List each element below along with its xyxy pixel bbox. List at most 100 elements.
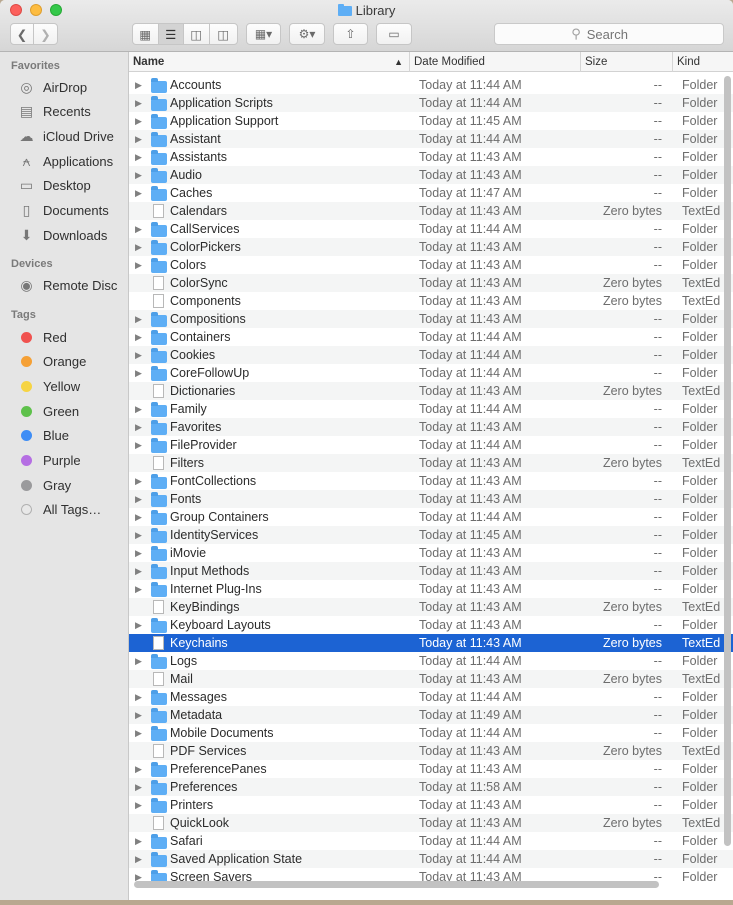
size-column-header[interactable]: Size — [581, 52, 673, 72]
sidebar-tag-green[interactable]: Green — [18, 400, 128, 422]
disclosure-triangle-icon[interactable]: ▶ — [135, 652, 142, 670]
sidebar-tag-red[interactable]: Red — [18, 326, 128, 348]
sidebar-tag-all-tags[interactable]: All Tags… — [18, 499, 128, 521]
file-row[interactable]: ▶ Cookies Today at 11:44 AM -- Folder — [129, 346, 733, 364]
file-row[interactable]: ▶ Colors Today at 11:43 AM -- Folder — [129, 256, 733, 274]
disclosure-triangle-icon[interactable]: ▶ — [135, 706, 142, 724]
file-row[interactable]: ▶ Saved Application State Today at 11:44… — [129, 850, 733, 868]
file-row[interactable]: PDF Services Today at 11:43 AM Zero byte… — [129, 742, 733, 760]
disclosure-triangle-icon[interactable]: ▶ — [135, 364, 142, 382]
file-row[interactable]: ▶ Safari Today at 11:44 AM -- Folder — [129, 832, 733, 850]
disclosure-triangle-icon[interactable]: ▶ — [135, 436, 142, 454]
disclosure-triangle-icon[interactable]: ▶ — [135, 76, 142, 94]
disclosure-triangle-icon[interactable]: ▶ — [135, 724, 142, 742]
file-row[interactable]: ▶ Keyboard Layouts Today at 11:43 AM -- … — [129, 616, 733, 634]
sidebar-item-documents[interactable]: ▯ Documents — [18, 200, 128, 222]
file-row[interactable]: ▶ Accounts Today at 11:44 AM -- Folder — [129, 76, 733, 94]
sidebar-item-applications[interactable]: ⍲ Applications — [18, 150, 128, 172]
action-menu-button[interactable]: ⚙▾ — [289, 23, 325, 45]
disclosure-triangle-icon[interactable]: ▶ — [135, 526, 142, 544]
column-view-button[interactable]: ◫ — [184, 24, 210, 44]
file-row[interactable]: ▶ Assistants Today at 11:43 AM -- Folder — [129, 148, 733, 166]
file-row[interactable]: KeyBindings Today at 11:43 AM Zero bytes… — [129, 598, 733, 616]
disclosure-triangle-icon[interactable]: ▶ — [135, 220, 142, 238]
file-row[interactable]: ▶ FontCollections Today at 11:43 AM -- F… — [129, 472, 733, 490]
file-row[interactable]: ▶ Containers Today at 11:44 AM -- Folder — [129, 328, 733, 346]
sidebar-tag-purple[interactable]: Purple — [18, 450, 128, 472]
disclosure-triangle-icon[interactable]: ▶ — [135, 688, 142, 706]
file-row[interactable]: ▶ Favorites Today at 11:43 AM -- Folder — [129, 418, 733, 436]
file-row[interactable]: ▶ IdentityServices Today at 11:45 AM -- … — [129, 526, 733, 544]
file-row[interactable]: Calendars Today at 11:43 AM Zero bytes T… — [129, 202, 733, 220]
share-button[interactable]: ⇧ — [333, 23, 368, 45]
sidebar-tag-orange[interactable]: Orange — [18, 351, 128, 373]
file-row[interactable]: Mail Today at 11:43 AM Zero bytes TextEd — [129, 670, 733, 688]
file-row[interactable]: Keychains Today at 11:43 AM Zero bytes T… — [129, 634, 733, 652]
disclosure-triangle-icon[interactable]: ▶ — [135, 832, 142, 850]
sidebar-item-icloud-drive[interactable]: ☁ iCloud Drive — [18, 125, 128, 147]
date-column-header[interactable]: Date Modified — [410, 52, 581, 72]
search-field[interactable]: ⚲ — [494, 23, 724, 45]
file-row[interactable]: ▶ Messages Today at 11:44 AM -- Folder — [129, 688, 733, 706]
file-row[interactable]: ColorSync Today at 11:43 AM Zero bytes T… — [129, 274, 733, 292]
file-row[interactable]: ▶ Logs Today at 11:44 AM -- Folder — [129, 652, 733, 670]
file-row[interactable]: ▶ Audio Today at 11:43 AM -- Folder — [129, 166, 733, 184]
disclosure-triangle-icon[interactable]: ▶ — [135, 616, 142, 634]
disclosure-triangle-icon[interactable]: ▶ — [135, 850, 142, 868]
disclosure-triangle-icon[interactable]: ▶ — [135, 346, 142, 364]
file-row[interactable]: ▶ Input Methods Today at 11:43 AM -- Fol… — [129, 562, 733, 580]
file-row[interactable]: ▶ Fonts Today at 11:43 AM -- Folder — [129, 490, 733, 508]
sidebar-tag-blue[interactable]: Blue — [18, 425, 128, 447]
sidebar-item-recents[interactable]: ▤ Recents — [18, 101, 128, 123]
disclosure-triangle-icon[interactable]: ▶ — [135, 418, 142, 436]
sidebar-tag-yellow[interactable]: Yellow — [18, 375, 128, 397]
disclosure-triangle-icon[interactable]: ▶ — [135, 778, 142, 796]
file-row[interactable]: ▶ FileProvider Today at 11:44 AM -- Fold… — [129, 436, 733, 454]
vertical-scrollbar[interactable] — [724, 76, 731, 846]
back-button[interactable]: ❮ — [11, 24, 35, 44]
disclosure-triangle-icon[interactable]: ▶ — [135, 400, 142, 418]
disclosure-triangle-icon[interactable]: ▶ — [135, 760, 142, 778]
disclosure-triangle-icon[interactable]: ▶ — [135, 580, 142, 598]
file-row[interactable]: ▶ iMovie Today at 11:43 AM -- Folder — [129, 544, 733, 562]
file-row[interactable]: ▶ Assistant Today at 11:44 AM -- Folder — [129, 130, 733, 148]
file-row[interactable]: Components Today at 11:43 AM Zero bytes … — [129, 292, 733, 310]
file-row[interactable]: ▶ CoreFollowUp Today at 11:44 AM -- Fold… — [129, 364, 733, 382]
file-row[interactable]: Filters Today at 11:43 AM Zero bytes Tex… — [129, 454, 733, 472]
tags-button[interactable]: ▭ — [376, 23, 412, 45]
file-row[interactable]: Dictionaries Today at 11:43 AM Zero byte… — [129, 382, 733, 400]
sidebar-item-downloads[interactable]: ⬇ Downloads — [18, 224, 128, 246]
disclosure-triangle-icon[interactable]: ▶ — [135, 238, 142, 256]
file-row[interactable]: ▶ Family Today at 11:44 AM -- Folder — [129, 400, 733, 418]
icon-view-button[interactable]: ▦ — [133, 24, 159, 44]
file-row[interactable]: ▶ ColorPickers Today at 11:43 AM -- Fold… — [129, 238, 733, 256]
disclosure-triangle-icon[interactable]: ▶ — [135, 508, 142, 526]
file-row[interactable]: ▶ CallServices Today at 11:44 AM -- Fold… — [129, 220, 733, 238]
file-row[interactable]: ▶ Metadata Today at 11:49 AM -- Folder — [129, 706, 733, 724]
disclosure-triangle-icon[interactable]: ▶ — [135, 256, 142, 274]
disclosure-triangle-icon[interactable]: ▶ — [135, 130, 142, 148]
name-column-header[interactable]: Name ▲ — [129, 52, 410, 72]
file-row[interactable]: ▶ Application Support Today at 11:45 AM … — [129, 112, 733, 130]
file-row[interactable]: ▶ PreferencePanes Today at 11:43 AM -- F… — [129, 760, 733, 778]
file-row[interactable]: ▶ Compositions Today at 11:43 AM -- Fold… — [129, 310, 733, 328]
list-view-button[interactable]: ☰ — [158, 24, 185, 44]
disclosure-triangle-icon[interactable]: ▶ — [135, 94, 142, 112]
file-row[interactable]: ▶ Caches Today at 11:47 AM -- Folder — [129, 184, 733, 202]
search-input[interactable] — [586, 26, 647, 42]
horizontal-scrollbar[interactable] — [134, 881, 659, 888]
file-row[interactable]: ▶ Application Scripts Today at 11:44 AM … — [129, 94, 733, 112]
disclosure-triangle-icon[interactable]: ▶ — [135, 184, 142, 202]
disclosure-triangle-icon[interactable]: ▶ — [135, 562, 142, 580]
group-by-button[interactable]: ▦▾ — [246, 23, 281, 45]
file-row[interactable]: ▶ Internet Plug-Ins Today at 11:43 AM --… — [129, 580, 733, 598]
file-row[interactable]: ▶ Group Containers Today at 11:44 AM -- … — [129, 508, 733, 526]
disclosure-triangle-icon[interactable]: ▶ — [135, 148, 142, 166]
file-row[interactable]: QuickLook Today at 11:43 AM Zero bytes T… — [129, 814, 733, 832]
sidebar-item-desktop[interactable]: ▭ Desktop — [18, 175, 128, 197]
disclosure-triangle-icon[interactable]: ▶ — [135, 796, 142, 814]
cover-flow-button[interactable]: ◫ — [210, 24, 237, 44]
sidebar-tag-gray[interactable]: Gray — [18, 474, 128, 496]
sidebar-item-airdrop[interactable]: ◎ AirDrop — [18, 76, 128, 98]
disclosure-triangle-icon[interactable]: ▶ — [135, 544, 142, 562]
